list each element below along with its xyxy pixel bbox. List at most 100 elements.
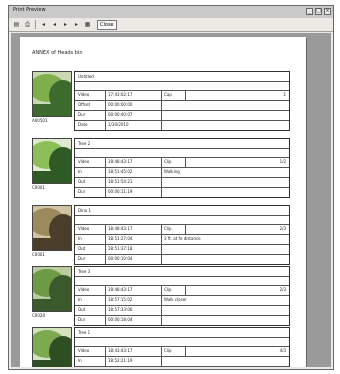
- field-label: Dur: [78, 256, 86, 261]
- window-controls: _ □ ×: [306, 8, 331, 15]
- field-label: Out: [78, 307, 86, 312]
- clip-note: 3 ft. at fe distance: [164, 236, 201, 241]
- clip-record: C0028 Tree 3 Video 18:48:43:17 Clip 2/3 …: [32, 266, 290, 328]
- clip-id: A00501: [32, 118, 48, 123]
- field-label: Out: [78, 246, 86, 251]
- clip-thumbnail: [32, 138, 72, 184]
- field-value: 00:00:10:04: [108, 256, 133, 261]
- row-divider: [75, 366, 289, 367]
- clip-name: Tree 3: [78, 269, 91, 274]
- column-divider: [185, 90, 186, 100]
- field-value: 17:43:02:17: [108, 92, 133, 97]
- last-page-icon[interactable]: ▸: [72, 20, 81, 29]
- clip-info-table: Dino 1 Video 18:48:43:17 Clip 2/3 In 18:…: [74, 205, 290, 265]
- field-label: Dur: [78, 189, 86, 194]
- field-clip-label: Clip: [164, 348, 172, 353]
- clip-name: Tree 2: [78, 141, 91, 146]
- preview-viewport[interactable]: ANNEX of Heads bin A00501 Untitled Video…: [11, 33, 331, 367]
- field-value: 18:48:43:17: [108, 226, 133, 231]
- field-clip-count: 1/2: [279, 159, 286, 164]
- clip-record: C0001 Dino 1 Video 18:48:43:17 Clip 2/3 …: [32, 205, 290, 267]
- row-divider: [75, 110, 289, 111]
- row-divider: [75, 81, 289, 82]
- column-divider: [105, 285, 106, 325]
- column-divider: [185, 157, 186, 167]
- row-divider: [75, 356, 289, 357]
- print-icon[interactable]: ⎙: [23, 20, 32, 29]
- field-label: In: [78, 297, 82, 302]
- field-clip-count: 2/3: [279, 287, 286, 292]
- column-divider: [105, 157, 106, 197]
- field-clip-label: Clip: [164, 226, 172, 231]
- next-page-icon[interactable]: ▸: [61, 20, 70, 29]
- clip-record: A00501 Untitled Video 17:43:02:17 Cap 1 …: [32, 71, 290, 133]
- row-divider: [75, 305, 289, 306]
- field-label: Offset: [78, 102, 91, 107]
- clip-info-table: Tree 1 Video 18:43:43:17 Clip 4/3 In 18:…: [74, 327, 290, 367]
- column-divider: [105, 224, 106, 264]
- row-divider: [75, 177, 289, 178]
- field-label: Date: [78, 122, 88, 127]
- field-label: In: [78, 358, 82, 363]
- clip-id: C0028: [32, 313, 45, 318]
- column-divider: [161, 224, 162, 264]
- field-value: 18:52:21:19: [108, 358, 133, 363]
- page-setup-icon[interactable]: ▤: [12, 20, 21, 29]
- print-preview-window: Print Preview _ □ × ▤ ⎙ ◂ ◂ ▸ ▸ ▦ Close …: [8, 5, 334, 370]
- row-divider: [75, 120, 289, 121]
- field-value: 18:51:45:02: [108, 169, 133, 174]
- row-divider: [75, 234, 289, 235]
- field-value: 1/30/2010: [108, 122, 129, 127]
- row-divider: [75, 285, 289, 286]
- field-clip-label: Clip: [164, 159, 172, 164]
- field-clip-label: Cap: [164, 92, 172, 97]
- clip-name: Untitled: [78, 74, 94, 79]
- column-divider: [185, 285, 186, 295]
- clip-thumbnail: [32, 71, 72, 117]
- column-divider: [105, 346, 106, 367]
- clip-note: Walk closer: [164, 297, 187, 302]
- zoom-icon[interactable]: ▦: [83, 20, 92, 29]
- row-divider: [75, 224, 289, 225]
- field-label: Out: [78, 179, 86, 184]
- field-label: In: [78, 236, 82, 241]
- prev-page-icon[interactable]: ◂: [50, 20, 59, 29]
- clip-name: Tree 1: [78, 330, 91, 335]
- row-divider: [75, 244, 289, 245]
- field-label: Video: [78, 92, 90, 97]
- field-clip-count: 1: [283, 92, 286, 97]
- field-label: Dur: [78, 112, 86, 117]
- row-divider: [75, 215, 289, 216]
- maximize-button[interactable]: □: [315, 8, 322, 15]
- field-label: Video: [78, 348, 90, 353]
- window-title: Print Preview: [13, 7, 46, 13]
- preview-page: ANNEX of Heads bin A00501 Untitled Video…: [20, 37, 306, 367]
- clip-info-table: Tree 3 Video 18:48:43:17 Clip 2/3 In 18:…: [74, 266, 290, 326]
- close-window-button[interactable]: ×: [324, 8, 331, 15]
- column-divider: [161, 157, 162, 197]
- field-label: Dur: [78, 317, 86, 322]
- row-divider: [75, 254, 289, 255]
- row-divider: [75, 148, 289, 149]
- first-page-icon[interactable]: ◂: [39, 20, 48, 29]
- clip-thumbnail: [32, 266, 72, 312]
- field-value: 18:51:27:04: [108, 236, 133, 241]
- clip-thumbnail: [32, 205, 72, 251]
- field-label: Video: [78, 287, 90, 292]
- row-divider: [75, 157, 289, 158]
- clip-note: Walking: [164, 169, 180, 174]
- row-divider: [75, 187, 289, 188]
- row-divider: [75, 337, 289, 338]
- minimize-button[interactable]: _: [306, 8, 313, 15]
- clip-name: Dino 1: [78, 208, 91, 213]
- toolbar: ▤ ⎙ ◂ ◂ ▸ ▸ ▦ Close: [9, 18, 333, 32]
- field-value: 18:48:43:17: [108, 159, 133, 164]
- clip-info-table: Tree 2 Video 18:48:43:17 Clip 1/2 In 18:…: [74, 138, 290, 198]
- field-value: 00:00:11:19: [108, 189, 133, 194]
- close-button[interactable]: Close: [97, 19, 117, 30]
- row-divider: [75, 100, 289, 101]
- field-value: 18:51:54:21: [108, 179, 133, 184]
- field-label: In: [78, 169, 82, 174]
- clip-id: C0001: [32, 185, 45, 190]
- clip-thumbnail: [32, 327, 72, 367]
